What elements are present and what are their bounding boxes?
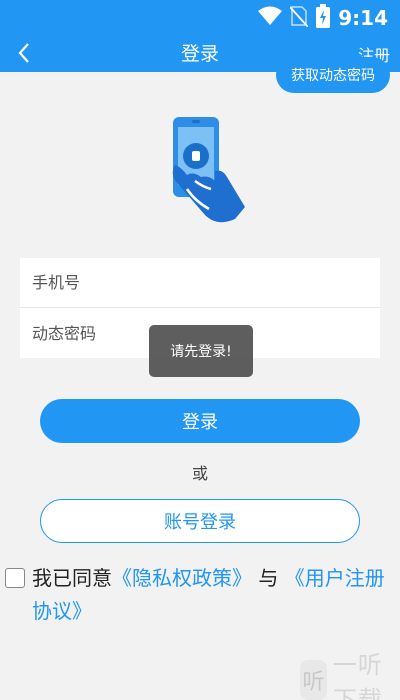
login-button[interactable]: 登录 xyxy=(40,399,360,443)
agreement-checkbox[interactable] xyxy=(5,568,25,588)
status-bar: 9:14 xyxy=(0,0,400,36)
account-login-button[interactable]: 账号登录 xyxy=(40,499,360,543)
toast-message: 请先登录! xyxy=(149,325,253,377)
watermark: 听 一听下载 xyxy=(230,651,400,700)
status-time: 9:14 xyxy=(338,6,388,30)
privacy-policy-link[interactable]: 《隐私权政策》 xyxy=(112,566,252,590)
phone-input[interactable] xyxy=(32,273,252,292)
agreement-text: 我已同意《隐私权政策》 与 《用户注册协议》 xyxy=(32,562,396,628)
watermark-logo: 听 xyxy=(300,660,327,700)
agreement-prefix: 我已同意 xyxy=(32,566,112,590)
wifi-icon xyxy=(258,6,282,30)
agreement-and: 与 xyxy=(258,566,279,590)
phone-row xyxy=(20,258,380,308)
get-code-button[interactable]: 获取动态密码 xyxy=(276,57,390,93)
battery-icon xyxy=(316,4,330,32)
no-sim-icon xyxy=(289,5,309,31)
or-divider-text: 或 xyxy=(191,464,208,483)
status-icons xyxy=(258,4,330,32)
watermark-text: 一听下载 xyxy=(332,651,383,700)
phone-in-hand-icon xyxy=(165,115,249,227)
